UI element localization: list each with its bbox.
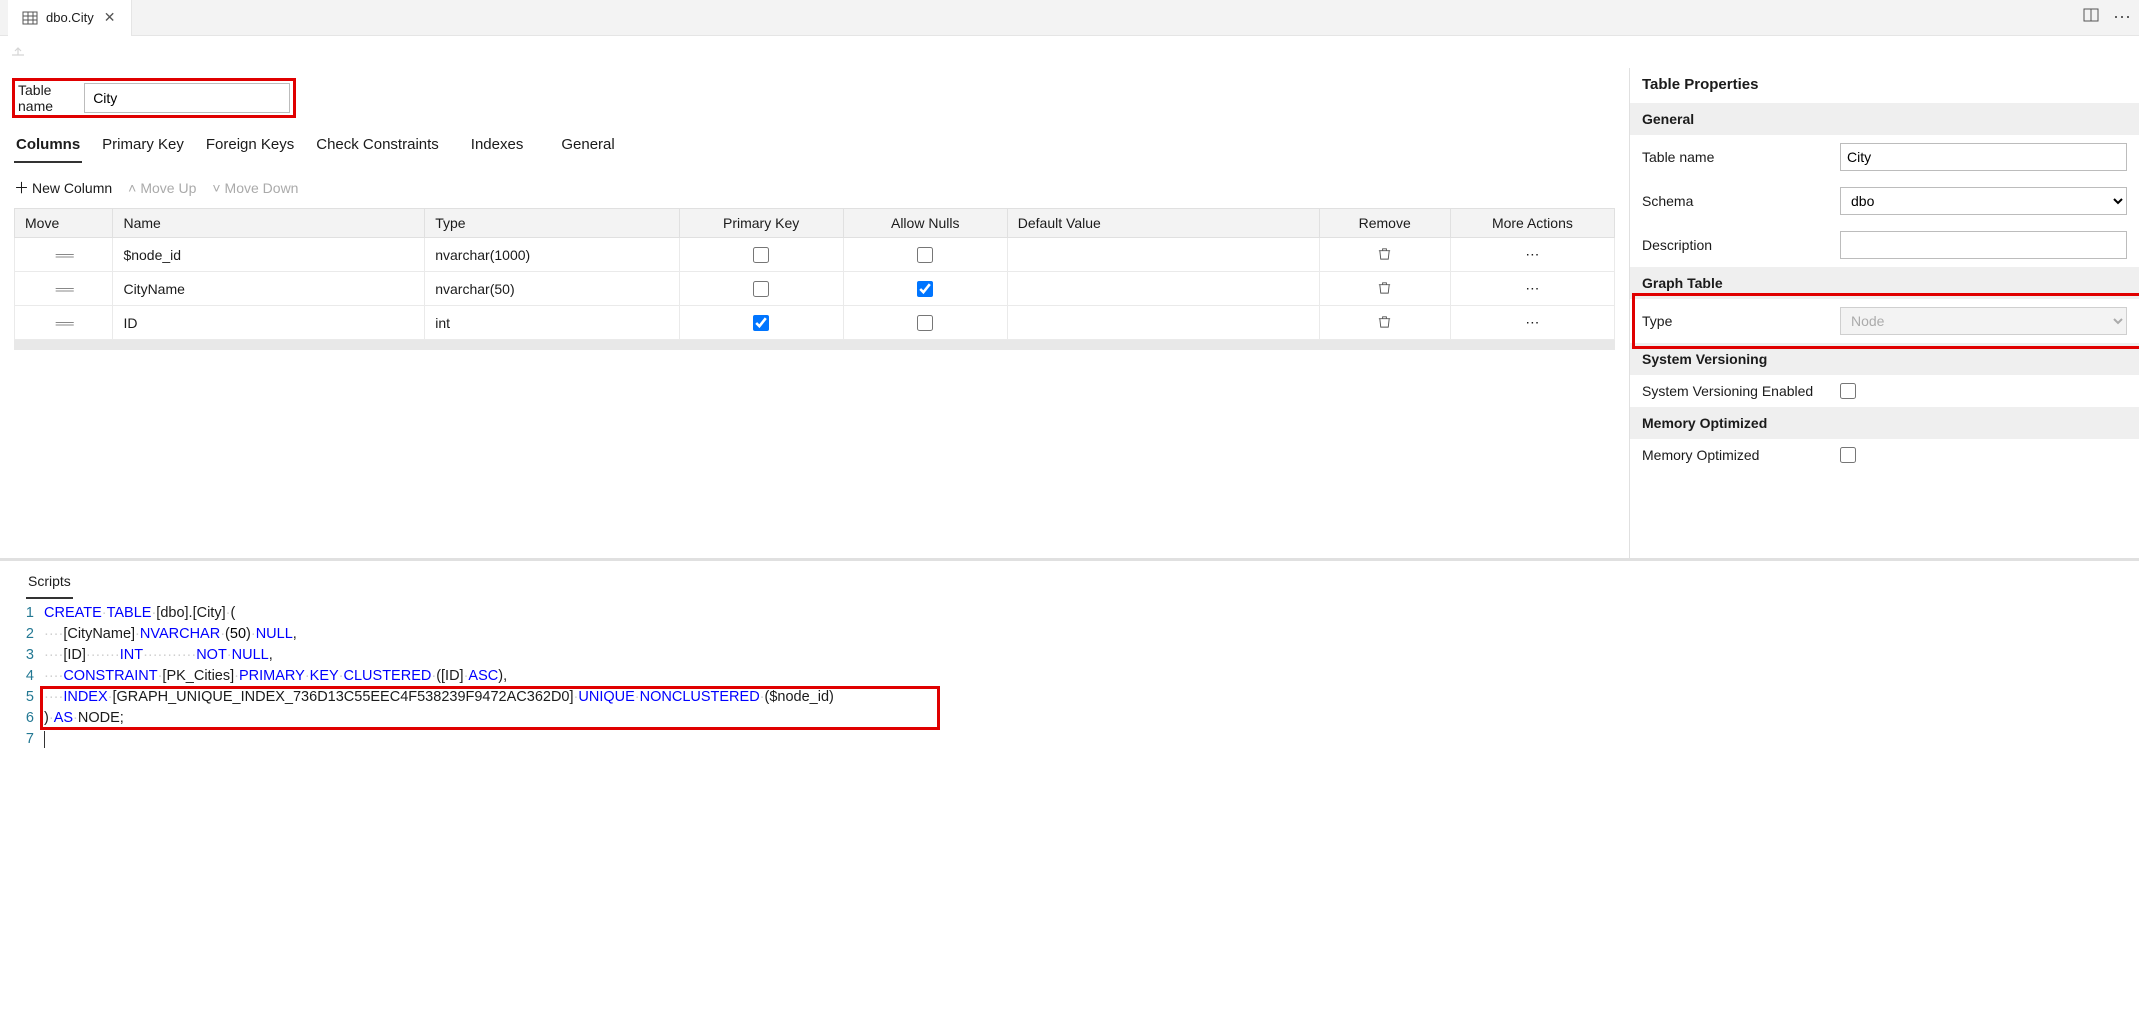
- scripts-panel: Scripts 1CREATE·TABLE·[dbo].[City]·( 2··…: [0, 558, 2139, 770]
- prop-label-sv-enabled: System Versioning Enabled: [1642, 383, 1832, 399]
- table-name-row: Table name: [14, 80, 294, 116]
- columns-grid-pad: [14, 340, 1615, 350]
- cell-column-name[interactable]: $node_id: [113, 238, 425, 272]
- designer-toolbar: [0, 36, 2139, 68]
- chevron-up-icon: ˄: [128, 180, 136, 196]
- cell-primary-key[interactable]: [753, 247, 769, 263]
- table-row[interactable]: ══CityNamenvarchar(50) ⋯: [15, 272, 1615, 306]
- cell-allow-nulls[interactable]: [917, 315, 933, 331]
- cell-default-value[interactable]: [1007, 272, 1319, 306]
- section-graph-table: Graph Table: [1630, 267, 2139, 299]
- prop-input-table-name[interactable]: [1840, 143, 2127, 171]
- table-icon: [22, 10, 38, 26]
- table-name-label: Table name: [18, 82, 74, 114]
- prop-label-type: Type: [1642, 313, 1832, 329]
- tab-foreign-keys[interactable]: Foreign Keys: [204, 132, 296, 163]
- cell-column-name[interactable]: CityName: [113, 272, 425, 306]
- remove-row-icon[interactable]: [1377, 314, 1392, 329]
- columns-grid: Move Name Type Primary Key Allow Nulls D…: [14, 208, 1615, 340]
- col-header-move: Move: [15, 209, 113, 238]
- section-system-versioning: System Versioning: [1630, 343, 2139, 375]
- cell-allow-nulls[interactable]: [917, 247, 933, 263]
- tab-general[interactable]: General: [559, 132, 616, 163]
- prop-check-sv-enabled[interactable]: [1840, 383, 1856, 399]
- col-header-more: More Actions: [1450, 209, 1614, 238]
- prop-label-schema: Schema: [1642, 193, 1832, 209]
- cell-primary-key[interactable]: [753, 281, 769, 297]
- col-header-def: Default Value: [1007, 209, 1319, 238]
- editor-tab-dbo-city[interactable]: dbo.City ✕: [8, 0, 132, 36]
- more-actions-icon[interactable]: ⋯: [2113, 7, 2131, 28]
- tab-bar-actions: ⋯: [2083, 7, 2131, 28]
- prop-label-table-name: Table name: [1642, 149, 1832, 165]
- col-header-remove: Remove: [1319, 209, 1450, 238]
- chevron-down-icon: ˅: [212, 180, 220, 196]
- col-header-pk: Primary Key: [679, 209, 843, 238]
- prop-check-mem-opt[interactable]: [1840, 447, 1856, 463]
- cell-column-type[interactable]: nvarchar(1000): [425, 238, 679, 272]
- row-more-actions-icon[interactable]: ⋯: [1525, 280, 1539, 296]
- cell-default-value[interactable]: [1007, 238, 1319, 272]
- cell-column-name[interactable]: ID: [113, 306, 425, 340]
- cell-column-type[interactable]: nvarchar(50): [425, 272, 679, 306]
- col-header-name: Name: [113, 209, 425, 238]
- cell-allow-nulls[interactable]: [917, 281, 933, 297]
- row-move-handle[interactable]: ══: [15, 238, 113, 272]
- cell-column-type[interactable]: int: [425, 306, 679, 340]
- cell-default-value[interactable]: [1007, 306, 1319, 340]
- col-header-nulls: Allow Nulls: [843, 209, 1007, 238]
- scripts-tab[interactable]: Scripts: [26, 569, 73, 599]
- tab-indexes[interactable]: Indexes: [469, 132, 526, 163]
- close-tab-icon[interactable]: ✕: [102, 9, 118, 26]
- col-header-type: Type: [425, 209, 679, 238]
- tab-check-constraints[interactable]: Check Constraints: [314, 132, 441, 163]
- row-move-handle[interactable]: ══: [15, 306, 113, 340]
- columns-toolbar: ＋ New Column ˄ Move Up ˅ Move Down: [14, 177, 1615, 198]
- prop-label-description: Description: [1642, 237, 1832, 253]
- section-general: General: [1630, 103, 2139, 135]
- new-column-button[interactable]: ＋ New Column: [14, 177, 112, 198]
- table-designer-pane: Table name Columns Primary Key Foreign K…: [0, 68, 1629, 558]
- move-up-button[interactable]: ˄ Move Up: [128, 177, 196, 198]
- remove-row-icon[interactable]: [1377, 280, 1392, 295]
- table-row[interactable]: ══IDint ⋯: [15, 306, 1615, 340]
- plus-icon: ＋: [14, 177, 28, 198]
- remove-row-icon[interactable]: [1377, 246, 1392, 261]
- editor-tab-title: dbo.City: [46, 10, 94, 25]
- prop-label-mem-opt: Memory Optimized: [1642, 447, 1832, 463]
- row-move-handle[interactable]: ══: [15, 272, 113, 306]
- table-name-input[interactable]: [84, 83, 290, 113]
- tab-primary-key[interactable]: Primary Key: [100, 132, 186, 163]
- move-down-button[interactable]: ˅ Move Down: [212, 177, 298, 198]
- prop-input-description[interactable]: [1840, 231, 2127, 259]
- designer-subtabs: Columns Primary Key Foreign Keys Check C…: [14, 132, 1615, 163]
- split-editor-icon[interactable]: [2083, 7, 2099, 28]
- prop-select-schema[interactable]: dbo: [1840, 187, 2127, 215]
- publish-changes-icon[interactable]: [10, 43, 26, 62]
- script-editor[interactable]: 1CREATE·TABLE·[dbo].[City]·( 2····[CityN…: [14, 603, 2125, 750]
- table-row[interactable]: ══$node_idnvarchar(1000) ⋯: [15, 238, 1615, 272]
- section-memory-optimized: Memory Optimized: [1630, 407, 2139, 439]
- table-properties-title: Table Properties: [1630, 68, 2139, 103]
- row-more-actions-icon[interactable]: ⋯: [1525, 246, 1539, 262]
- editor-tab-bar: dbo.City ✕ ⋯: [0, 0, 2139, 36]
- prop-select-graph-type[interactable]: Node: [1840, 307, 2127, 335]
- table-properties-pane: Table Properties General Table name Sche…: [1629, 68, 2139, 558]
- cell-primary-key[interactable]: [753, 315, 769, 331]
- tab-columns[interactable]: Columns: [14, 132, 82, 163]
- row-more-actions-icon[interactable]: ⋯: [1525, 314, 1539, 330]
